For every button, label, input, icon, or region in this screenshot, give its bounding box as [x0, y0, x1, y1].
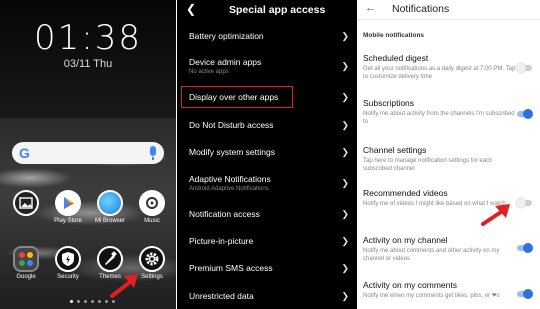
music-icon: [139, 190, 165, 216]
google-folder-icon: [13, 246, 39, 272]
chevron-right-icon: ❯: [341, 61, 349, 71]
chevron-right-icon: ❯: [341, 120, 349, 130]
setting-description: Notify me about comments and other activ…: [363, 248, 500, 262]
app-security[interactable]: Security: [51, 246, 85, 280]
activity-on-my-comments-toggle[interactable]: [517, 289, 533, 299]
security-icon: [55, 246, 81, 272]
list-item-unrestricted-data[interactable]: Unrestricted data ❯: [177, 287, 357, 309]
app-label: Mi Browser: [94, 218, 125, 224]
list-item-label: Notification access: [189, 209, 260, 219]
app-google-folder[interactable]: Google: [9, 246, 43, 280]
list-item-subtitle: No active apps: [189, 69, 229, 75]
setting-label: Recommended videos: [363, 188, 448, 198]
subscriptions-toggle[interactable]: [517, 109, 533, 119]
list-item-premium-sms-access[interactable]: Premium SMS access ❯: [177, 259, 357, 281]
app-gallery[interactable]: [9, 190, 43, 218]
lockscreen-date: 03/11 Thu: [63, 58, 113, 70]
header: ← Notifications: [357, 0, 540, 20]
app-play-store[interactable]: Play Store: [51, 190, 85, 224]
app-label: Google: [16, 274, 36, 280]
list-item-label: Battery optimization: [189, 31, 264, 41]
setting-description: Notify me about activity from the channe…: [363, 111, 515, 125]
chevron-right-icon: ❯: [341, 178, 349, 188]
recommended-videos-toggle[interactable]: [516, 198, 532, 208]
microphone-icon[interactable]: [150, 146, 156, 160]
mi-browser-icon: [97, 190, 123, 216]
setting-activity-on-my-comments[interactable]: Activity on my comments Notify me when m…: [363, 280, 528, 300]
google-search-bar[interactable]: G: [12, 142, 164, 164]
setting-description: Tap here to manage notification settings…: [363, 158, 493, 172]
app-label: Music: [144, 218, 160, 224]
list-item-label: Do Not Disturb access: [189, 120, 274, 130]
setting-description: Notify me when my comments get likes, pi…: [363, 293, 500, 299]
list-item-picture-in-picture[interactable]: Picture-in-picture ❯: [177, 232, 357, 254]
red-arrow-icon: [481, 204, 510, 226]
setting-description: Get all your notifications as a daily di…: [363, 66, 516, 80]
back-arrow-icon[interactable]: ❮: [186, 2, 196, 16]
setting-label: Channel settings: [363, 145, 427, 155]
setting-activity-on-my-channel[interactable]: Activity on my channel Notify me about c…: [363, 235, 528, 263]
app-mi-browser[interactable]: Mi Browser: [93, 190, 127, 224]
page-title: Notifications: [392, 3, 450, 15]
special-app-access-screen: ❮ Special app access Battery optimizatio…: [177, 0, 357, 309]
list-item-label: Picture-in-picture: [189, 236, 254, 246]
chevron-right-icon: ❯: [341, 209, 349, 219]
play-store-icon: [55, 190, 81, 216]
chevron-right-icon: ❯: [341, 291, 349, 301]
themes-icon: [97, 246, 123, 272]
list-item-label: Premium SMS access: [189, 263, 273, 273]
setting-subscriptions[interactable]: Subscriptions Notify me about activity f…: [363, 98, 528, 126]
lockscreen-clock: 01:38: [34, 18, 142, 58]
notifications-screen: ← Notifications Mobile notifications Sch…: [357, 0, 540, 309]
setting-label: Subscriptions: [363, 98, 415, 108]
gallery-icon: [13, 190, 39, 216]
list-item-label: Device admin apps: [189, 57, 262, 67]
chevron-right-icon: ❯: [341, 263, 349, 273]
scheduled-digest-toggle[interactable]: [516, 63, 532, 73]
setting-label: Activity on my channel: [363, 235, 448, 245]
back-arrow-icon[interactable]: ←: [365, 2, 376, 14]
header: ❮ Special app access: [177, 0, 357, 20]
list-item-label: Unrestricted data: [189, 291, 254, 301]
list-item-label: Modify system settings: [189, 147, 275, 157]
chevron-right-icon: ❯: [341, 31, 349, 41]
activity-on-my-channel-toggle[interactable]: [517, 243, 533, 253]
chevron-right-icon: ❯: [341, 147, 349, 157]
list-item-modify-system-settings[interactable]: Modify system settings ❯: [177, 143, 357, 165]
highlight-box: [181, 86, 293, 108]
list-item-subtitle: Android Adaptive Notifications: [189, 186, 269, 192]
page-indicator: [70, 300, 115, 303]
app-label: Play Store: [54, 218, 82, 224]
setting-label: Scheduled digest: [363, 53, 429, 63]
app-music[interactable]: Music: [135, 190, 169, 224]
chevron-right-icon: ❯: [341, 236, 349, 246]
settings-icon: [139, 246, 165, 272]
list-item-notification-access[interactable]: Notification access ❯: [177, 205, 357, 227]
list-item-label: Adaptive Notifications: [189, 174, 271, 184]
setting-scheduled-digest[interactable]: Scheduled digest Get all your notificati…: [363, 53, 528, 81]
page-title: Special app access: [229, 4, 326, 16]
chevron-right-icon: ❯: [341, 92, 349, 102]
section-heading: Mobile notifications: [363, 32, 425, 39]
google-icon: G: [19, 145, 30, 161]
home-screen: 01:38 03/11 Thu G Play Store Mi Browser …: [0, 0, 176, 309]
list-item-adaptive-notifications[interactable]: Adaptive Notifications Android Adaptive …: [177, 170, 357, 200]
list-item-device-admin-apps[interactable]: Device admin apps No active apps ❯: [177, 52, 357, 82]
app-label: Security: [57, 274, 79, 280]
list-item-do-not-disturb-access[interactable]: Do Not Disturb access ❯: [177, 116, 357, 138]
setting-label: Activity on my comments: [363, 280, 457, 290]
red-arrow-icon: [110, 274, 138, 298]
setting-channel-settings[interactable]: Channel settings Tap here to manage noti…: [363, 145, 528, 173]
list-item-battery-optimization[interactable]: Battery optimization ❯: [177, 26, 357, 48]
